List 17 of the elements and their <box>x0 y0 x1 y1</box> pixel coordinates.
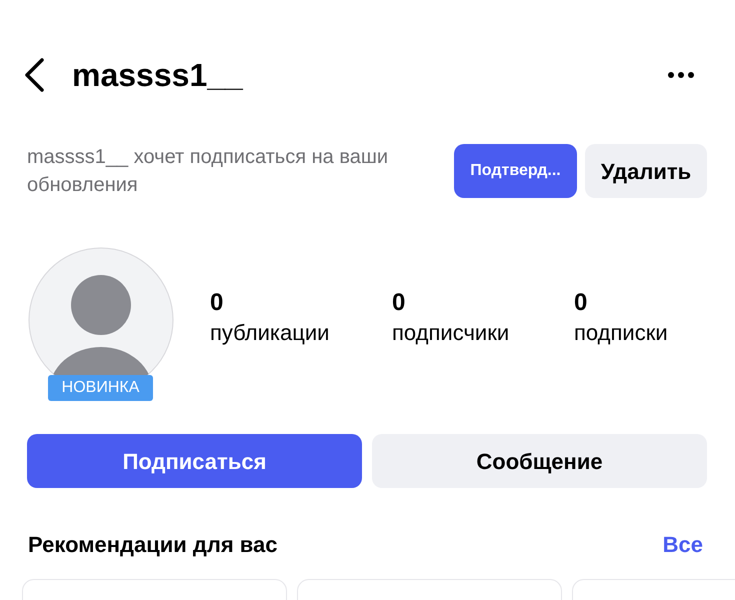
delete-button[interactable]: Удалить <box>585 144 707 198</box>
stat-count: 0 <box>392 288 406 318</box>
see-all-link[interactable]: Все <box>662 528 703 561</box>
follow-button[interactable]: Подписаться <box>27 434 362 488</box>
more-icon[interactable] <box>667 71 695 79</box>
stat-label: публикации <box>210 319 330 347</box>
stat-count: 0 <box>574 288 588 318</box>
back-icon[interactable] <box>22 57 46 93</box>
stat-count: 0 <box>210 288 224 318</box>
section-title: Рекомендации для вас <box>28 531 278 559</box>
profile-username: massss1__ <box>72 56 243 95</box>
new-badge: НОВИНКА <box>48 375 153 401</box>
confirm-button[interactable]: Подтверд... <box>454 144 577 198</box>
message-button[interactable]: Сообщение <box>372 434 707 488</box>
stat-label: подписчики <box>392 319 510 347</box>
stat-label: подписки <box>574 319 668 347</box>
follow-request-text: massss1__ хочет подписаться на ваши обновления <box>27 145 390 198</box>
